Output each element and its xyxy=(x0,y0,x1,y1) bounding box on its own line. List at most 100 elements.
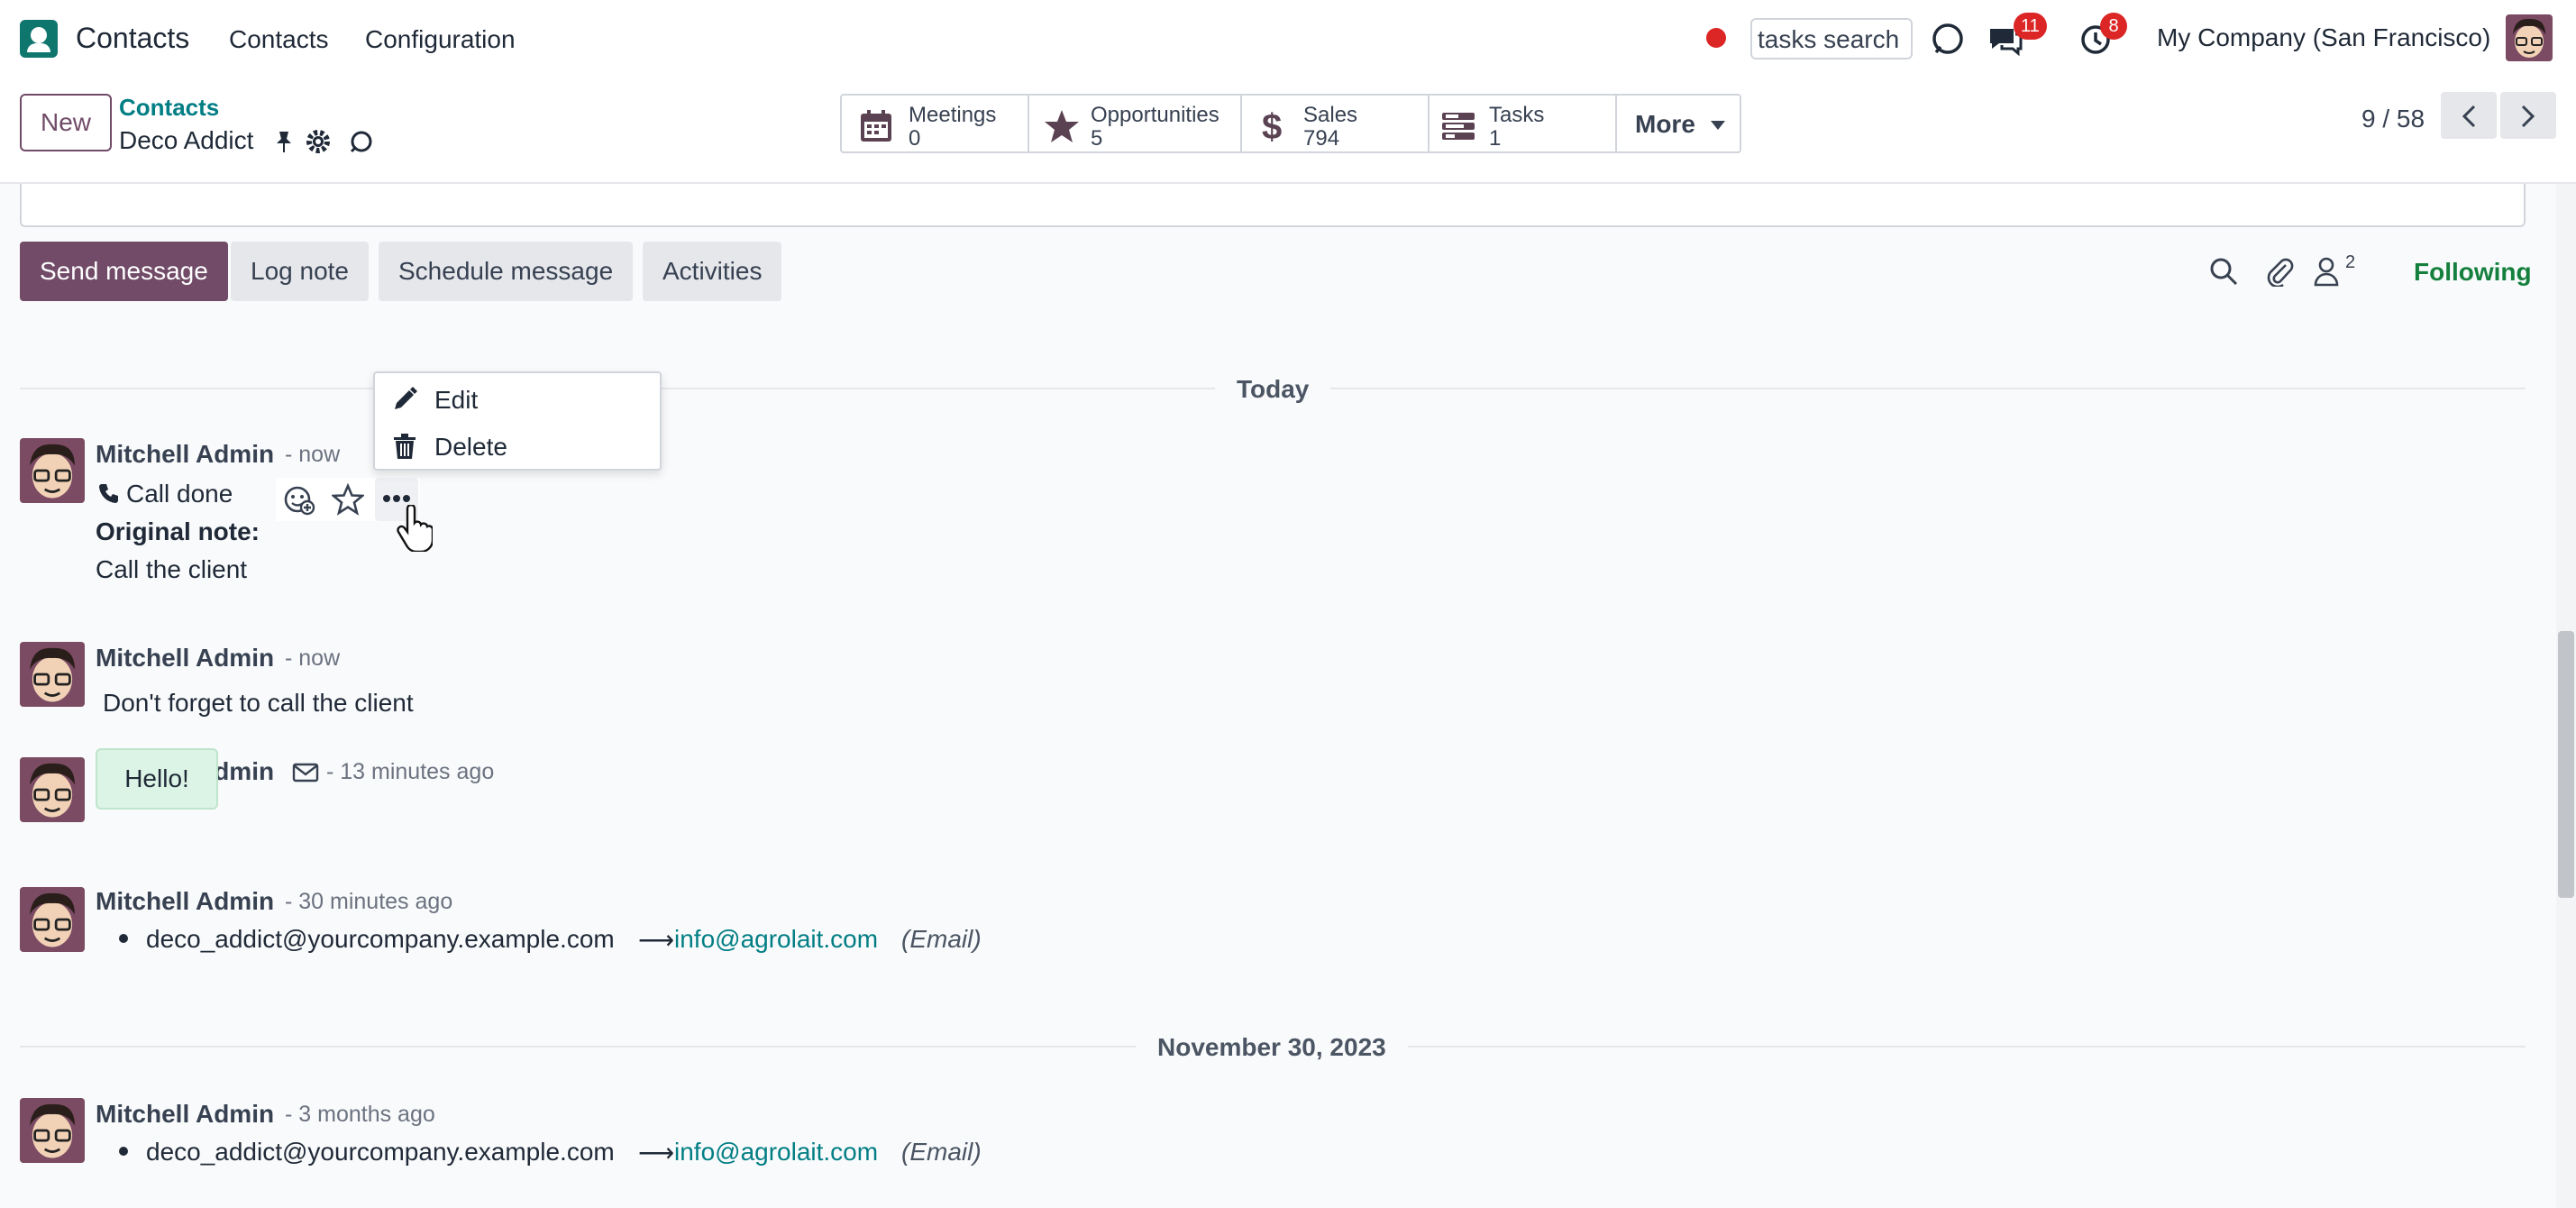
top-navbar: Contacts Contacts Configuration tasks se… xyxy=(0,0,2576,78)
tracking-new-value-link[interactable]: info@agrolait.com xyxy=(674,925,878,954)
sales-label: Sales xyxy=(1303,103,1358,127)
sales-amount: 794 xyxy=(1303,126,1340,151)
messages-count-badge: 11 xyxy=(2014,13,2047,40)
schedule-message-button[interactable]: Schedule message xyxy=(379,242,634,301)
breadcrumb-contacts-link[interactable]: Contacts xyxy=(119,94,219,122)
new-button[interactable]: New xyxy=(20,94,112,151)
message-author[interactable]: Mitchell Admin xyxy=(96,440,274,469)
message-author[interactable]: Mitchell Admin xyxy=(96,1100,274,1129)
send-message-button[interactable]: Send message xyxy=(20,242,228,301)
scrollbar-thumb[interactable] xyxy=(2558,631,2574,898)
pager-next-button[interactable] xyxy=(2500,92,2556,139)
menu-configuration[interactable]: Configuration xyxy=(365,25,516,54)
discuss-icon[interactable] xyxy=(1929,20,1967,58)
message-time: - now xyxy=(285,442,341,467)
activities-count-badge: 8 xyxy=(2100,13,2127,40)
date-separator-label: Today xyxy=(1215,375,1331,404)
opportunities-count: 5 xyxy=(1091,126,1103,151)
phone-icon xyxy=(99,484,118,503)
message-time: - now xyxy=(285,645,341,671)
activity-done-label: Call done xyxy=(126,480,233,508)
message-time: - 30 minutes ago xyxy=(285,889,453,914)
more-label: More xyxy=(1635,110,1695,138)
chevron-left-icon xyxy=(2462,105,2476,128)
edit-menu-item[interactable]: Edit xyxy=(375,377,660,422)
delete-label: Delete xyxy=(434,433,507,461)
contacts-app-icon[interactable] xyxy=(20,20,58,58)
tracking-arrow: ⟶ xyxy=(638,926,675,954)
search-icon[interactable] xyxy=(2208,256,2239,287)
envelope-icon xyxy=(292,763,319,782)
message-author[interactable]: Mitchell Admin xyxy=(96,644,274,673)
ellipsis-icon xyxy=(383,495,410,502)
message-actions-dropdown: Edit Delete xyxy=(373,371,662,471)
tasks-count: 1 xyxy=(1489,126,1502,151)
trash-icon xyxy=(394,434,416,459)
company-switcher[interactable]: My Company (San Francisco) xyxy=(2157,23,2490,52)
author-avatar[interactable] xyxy=(20,642,85,707)
author-avatar[interactable] xyxy=(20,887,85,952)
sales-smart-button[interactable]: $ Sales 794 xyxy=(1242,96,1430,151)
tracking-arrow: ⟶ xyxy=(638,1139,675,1167)
tasks-smart-button[interactable]: Tasks 1 xyxy=(1430,96,1617,151)
edit-label: Edit xyxy=(434,386,479,414)
pager-previous-button[interactable] xyxy=(2441,92,2497,139)
smart-buttons: Meetings 0 Opportunities 5 $ Sales 794 T… xyxy=(840,94,1741,153)
recording-indicator-icon[interactable] xyxy=(1706,28,1726,48)
pin-icon[interactable] xyxy=(270,128,297,155)
following-button[interactable]: Following xyxy=(2414,258,2532,287)
pencil-icon xyxy=(395,387,417,409)
user-avatar[interactable] xyxy=(2506,14,2553,61)
calendar-icon xyxy=(861,110,891,142)
meetings-label: Meetings xyxy=(909,103,997,127)
tasks-search-input[interactable]: tasks search xyxy=(1750,18,1913,59)
app-name[interactable]: Contacts xyxy=(76,22,189,55)
discard-changes-icon[interactable] xyxy=(348,128,375,155)
add-reaction-icon[interactable] xyxy=(283,483,315,516)
pager-value[interactable]: 9 / 58 xyxy=(2361,105,2425,133)
chevron-right-icon xyxy=(2521,105,2535,128)
bullet xyxy=(119,934,128,943)
star-icon xyxy=(1045,110,1079,142)
gear-icon[interactable] xyxy=(305,128,332,155)
bullet xyxy=(119,1147,128,1156)
author-avatar[interactable] xyxy=(20,1098,85,1163)
author-avatar[interactable] xyxy=(20,438,85,503)
message-body: Call the client xyxy=(96,555,248,583)
tracking-new-value-link[interactable]: info@agrolait.com xyxy=(674,1138,878,1167)
tracking-field-name: (Email) xyxy=(901,925,982,953)
message-time: - 13 minutes ago xyxy=(326,759,495,784)
followers-icon[interactable] xyxy=(2313,256,2343,287)
tracking-field-name: (Email) xyxy=(901,1138,982,1166)
activities-button[interactable]: Activities xyxy=(643,242,782,301)
caret-down-icon xyxy=(1711,121,1725,130)
delete-menu-item[interactable]: Delete xyxy=(375,424,660,469)
original-note-label: Original note: xyxy=(96,517,260,545)
message-bubble: Hello! xyxy=(96,748,218,810)
tasks-icon xyxy=(1442,113,1475,140)
meetings-smart-button[interactable]: Meetings 0 xyxy=(842,96,1029,151)
opportunities-label: Opportunities xyxy=(1091,103,1219,127)
control-panel: New Contacts Deco Addict Meetings 0 Oppo… xyxy=(0,78,2576,184)
star-outline-icon[interactable] xyxy=(332,483,364,516)
date-separator-label: November 30, 2023 xyxy=(1136,1033,1408,1062)
composer-edge xyxy=(20,184,2526,227)
log-note-button[interactable]: Log note xyxy=(231,242,369,301)
meetings-count: 0 xyxy=(909,126,921,151)
follower-count: 2 xyxy=(2345,252,2356,272)
message-author[interactable]: Mitchell Admin xyxy=(96,887,274,916)
breadcrumb-current-record: Deco Addict xyxy=(119,126,254,154)
more-dropdown-button[interactable]: More xyxy=(1617,96,1740,151)
message-time: - 3 months ago xyxy=(285,1102,435,1127)
tasks-label: Tasks xyxy=(1489,103,1545,127)
opportunities-smart-button[interactable]: Opportunities 5 xyxy=(1029,96,1242,151)
dollar-icon: $ xyxy=(1262,108,1282,144)
hand-pointer-cursor-icon xyxy=(397,505,433,552)
paperclip-icon[interactable] xyxy=(2264,256,2295,287)
svg-text:$: $ xyxy=(1262,108,1282,144)
menu-contacts[interactable]: Contacts xyxy=(229,25,329,54)
author-avatar[interactable] xyxy=(20,757,85,822)
message-body: Don't forget to call the client xyxy=(103,689,414,717)
tracking-old-value: deco_addict@yourcompany.example.com xyxy=(146,1138,615,1166)
tracking-old-value: deco_addict@yourcompany.example.com xyxy=(146,925,615,953)
